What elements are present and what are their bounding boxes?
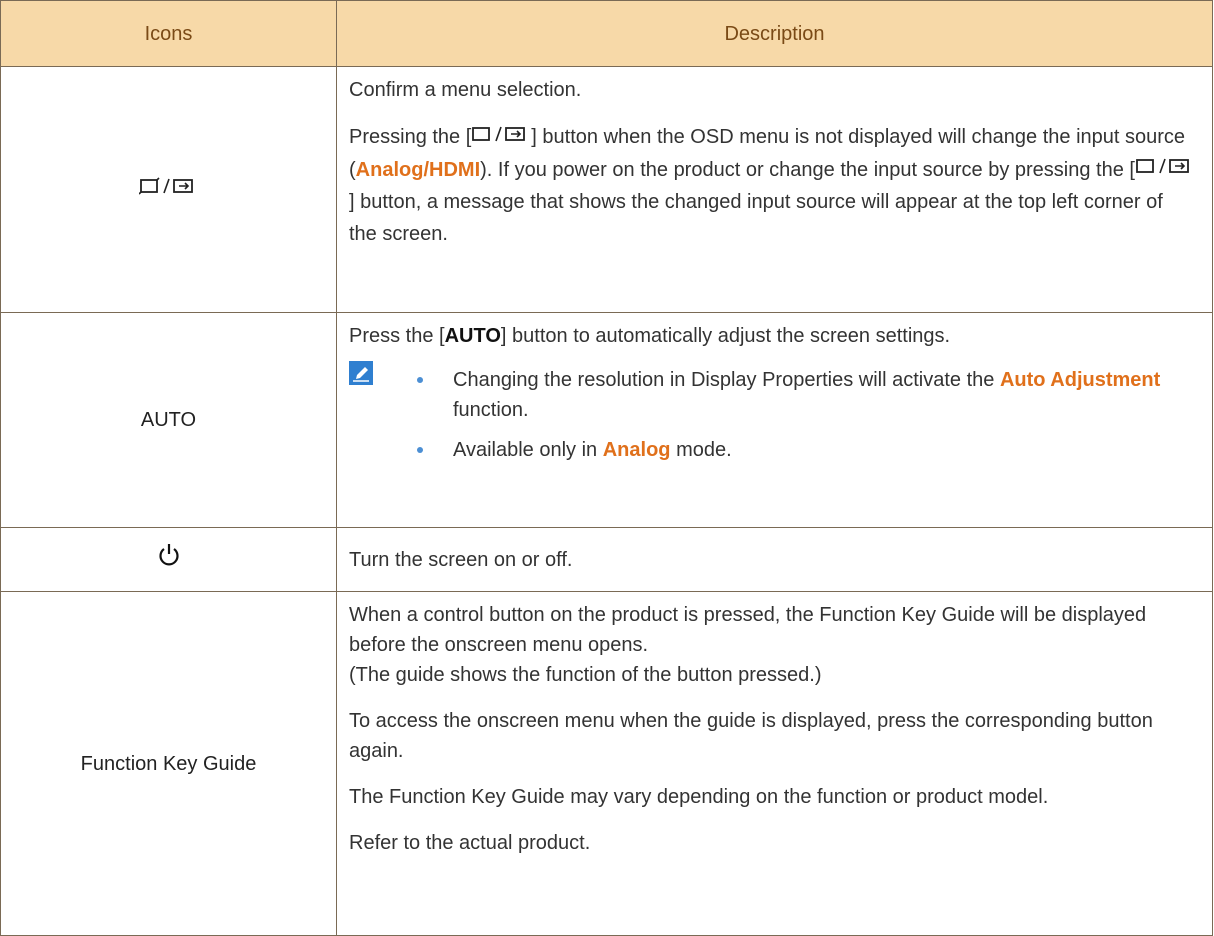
auto-button-label: AUTO	[444, 325, 501, 347]
text-fragment: ] button to automatically adjust the scr…	[500, 325, 951, 347]
function-key-guide-label: Function Key Guide	[80, 752, 257, 775]
text-fragment: mode.	[670, 439, 732, 461]
table-row-function-key-guide: Function Key Guide When a control button…	[0, 591, 1213, 936]
text-fragment: Pressing the [	[349, 126, 472, 148]
icons-description-table: Icons Description Confirm a menu selecti…	[0, 0, 1213, 936]
text-fragment: ). If you power on the product or change…	[480, 158, 1135, 181]
desc-source-p1: Confirm a menu selection.	[349, 79, 582, 101]
desc-cell-auto: Press the [AUTO] button to automatically…	[336, 312, 1213, 528]
highlight-hdmi: HDMI	[429, 158, 481, 181]
desc-cell-guide: When a control button on the product is …	[336, 591, 1213, 936]
icon-cell-guide: Function Key Guide	[0, 591, 337, 936]
desc-power-p1: Turn the screen on or off.	[349, 548, 573, 571]
desc-cell-source: Confirm a menu selection. Pressing the […	[336, 66, 1213, 313]
table-header-row: Icons Description	[0, 0, 1213, 67]
desc-guide-p1-line1: When a control button on the product is …	[349, 604, 1147, 656]
note-block: Changing the resolution in Display Prope…	[349, 361, 1196, 475]
highlight-auto-adjustment: Auto Adjustment	[999, 369, 1161, 391]
highlight-analog: Analog	[355, 158, 424, 181]
header-description: Description	[336, 0, 1213, 67]
desc-source-p2: Pressing the [] button when the OSD menu…	[349, 121, 1196, 250]
text-fragment: Changing the resolution in Display Prope…	[453, 369, 1000, 391]
source-enter-icon	[471, 122, 531, 154]
desc-cell-power: Turn the screen on or off.	[336, 527, 1213, 592]
desc-guide-p3: The Function Key Guide may vary dependin…	[349, 786, 1049, 808]
highlight-analog: Analog	[602, 439, 671, 461]
desc-guide-p2: To access the onscreen menu when the gui…	[349, 710, 1153, 762]
source-enter-icon	[137, 175, 199, 205]
table-row-auto: AUTO Press the [AUTO] button to automati…	[0, 312, 1213, 528]
text-fragment: function.	[453, 399, 529, 421]
icon-cell-auto: AUTO	[0, 312, 337, 528]
note-list: Changing the resolution in Display Prope…	[417, 365, 1196, 475]
table-row-source: Confirm a menu selection. Pressing the […	[0, 66, 1213, 313]
power-icon	[157, 542, 181, 577]
note-item: Available only in Analog mode.	[417, 435, 1196, 465]
icon-cell-power	[0, 527, 337, 592]
desc-guide-p4: Refer to the actual product.	[349, 832, 591, 854]
text-fragment: ] button, a message that shows the chang…	[349, 191, 1163, 246]
desc-guide-p1-line2: (The guide shows the function of the but…	[349, 664, 822, 686]
icon-cell-source	[0, 66, 337, 313]
desc-auto-p1: Press the [AUTO] button to automatically…	[349, 321, 1196, 351]
note-item: Changing the resolution in Display Prope…	[417, 365, 1196, 425]
text-fragment: Available only in	[453, 439, 603, 461]
table-row-power: Turn the screen on or off.	[0, 527, 1213, 592]
source-enter-icon	[1135, 154, 1195, 186]
header-icons: Icons	[0, 0, 337, 67]
text-fragment: Press the [	[349, 325, 445, 347]
note-pencil-icon	[349, 361, 373, 385]
auto-label: AUTO	[140, 409, 197, 431]
